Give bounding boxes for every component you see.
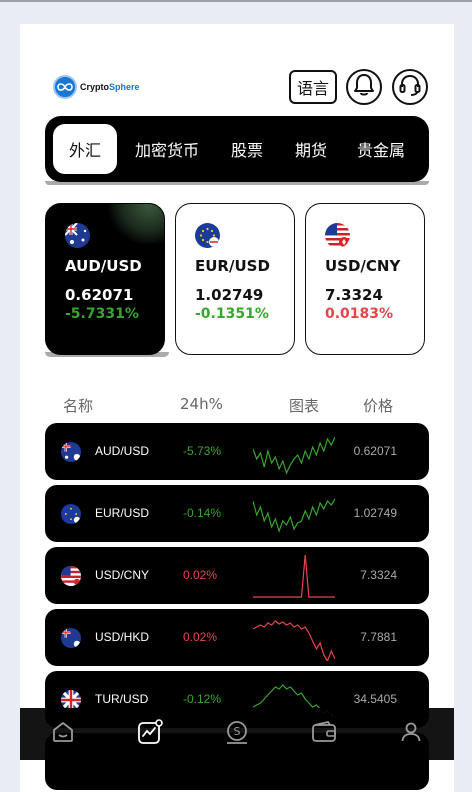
row-pair-name: TUR/USD [95,692,149,706]
sparkline-chart [253,498,335,533]
us-flag-icon [325,223,350,248]
card-pair-name: AUD/USD [65,257,142,275]
sparkline-path [253,498,335,533]
card-change: 0.0183% [325,306,394,322]
tab-futures[interactable]: 期货 [281,124,341,174]
australia-flag-icon [65,223,90,248]
language-button[interactable]: 语言 [289,70,337,104]
uk-flag-icon [61,690,81,710]
top-edge-line [0,0,472,2]
wallet-icon [311,720,337,748]
row-change: -5.73% [183,444,222,458]
tab-stocks[interactable]: 股票 [217,124,277,174]
pair-card-aud-usd[interactable]: AUD/USD 0.62071 -5.7331% [45,203,165,355]
sparkline-chart [253,554,335,598]
tab-forex[interactable]: 外汇 [53,124,117,174]
table-row[interactable]: USD/HKD 0.02% 7.7881 [45,609,429,666]
support-button[interactable] [392,69,428,105]
row-price: 0.62071 [353,444,397,458]
app-screen: CryptoSphere 语言 外汇 加密货币 股票 期货 贵金属 AUD/US… [20,24,454,792]
us-flag-icon [61,566,81,586]
row-price: 7.3324 [360,568,397,582]
pair-card-usd-cny[interactable]: USD/CNY 7.3324 0.0183% [305,203,425,355]
row-change: -0.14% [183,506,222,520]
user-icon [399,720,423,748]
card-price: 0.62071 [65,286,134,304]
card-change: -0.1351% [195,306,269,322]
nav-wallet[interactable] [304,714,344,754]
notification-button[interactable] [346,69,382,105]
brand-name: CryptoSphere [80,82,140,92]
australia-flag-icon [61,628,81,648]
bell-icon [353,73,375,101]
sparkline-chart [253,620,335,661]
eu-flag-icon [195,223,220,248]
column-header-price: 价格 [363,397,394,415]
sparkline-chart [253,436,335,475]
table-row[interactable]: EUR/USD -0.14% 1.02749 [45,485,429,542]
card-price: 1.02749 [195,286,264,304]
australia-flag-icon [61,442,81,462]
tab-precious-metals[interactable]: 贵金属 [345,124,417,174]
column-header-change: 24h% [180,395,223,413]
row-pair-name: EUR/USD [95,506,150,520]
sparkline-path [253,554,335,598]
row-pair-name: USD/CNY [95,568,150,582]
home-icon [51,720,75,748]
row-pair-name: USD/HKD [95,630,150,644]
tab-crypto[interactable]: 加密货币 [121,124,213,174]
bottom-navigation: S [20,708,454,760]
svg-text:S: S [233,725,240,738]
row-pair-name: AUD/USD [95,444,150,458]
card-change: -5.7331% [65,306,139,322]
card-pair-name: USD/CNY [325,257,401,275]
card-pair-name: EUR/USD [195,257,270,275]
sparkline-path [253,620,335,661]
column-header-name: 名称 [63,397,94,415]
market-chart-icon [137,719,163,749]
brand-logo[interactable]: CryptoSphere [53,75,140,99]
column-header-chart: 图表 [289,397,320,415]
row-price: 7.7881 [360,630,397,644]
market-category-tabs: 外汇 加密货币 股票 期货 贵金属 [45,116,429,182]
sparkline-path [253,436,335,475]
table-row[interactable]: AUD/USD -5.73% 0.62071 [45,423,429,480]
row-change: 0.02% [183,630,218,644]
row-change: -0.12% [183,692,222,706]
row-change: 0.02% [183,568,218,582]
row-price: 1.02749 [353,506,397,520]
card-price: 7.3324 [325,286,383,304]
nav-home[interactable] [43,714,83,754]
nav-profile[interactable] [391,714,431,754]
row-price: 34.5405 [353,692,397,706]
nav-trade[interactable]: S [217,714,257,754]
nav-market[interactable] [130,714,170,754]
card-glow [104,204,164,244]
dollar-coin-icon: S [224,719,250,749]
eu-flag-icon [61,504,81,524]
table-row[interactable]: USD/CNY 0.02% 7.3324 [45,547,429,604]
headset-icon [398,73,422,101]
pair-card-eur-usd[interactable]: EUR/USD 1.02749 -0.1351% [175,203,295,355]
infinity-logo-icon [53,75,77,99]
